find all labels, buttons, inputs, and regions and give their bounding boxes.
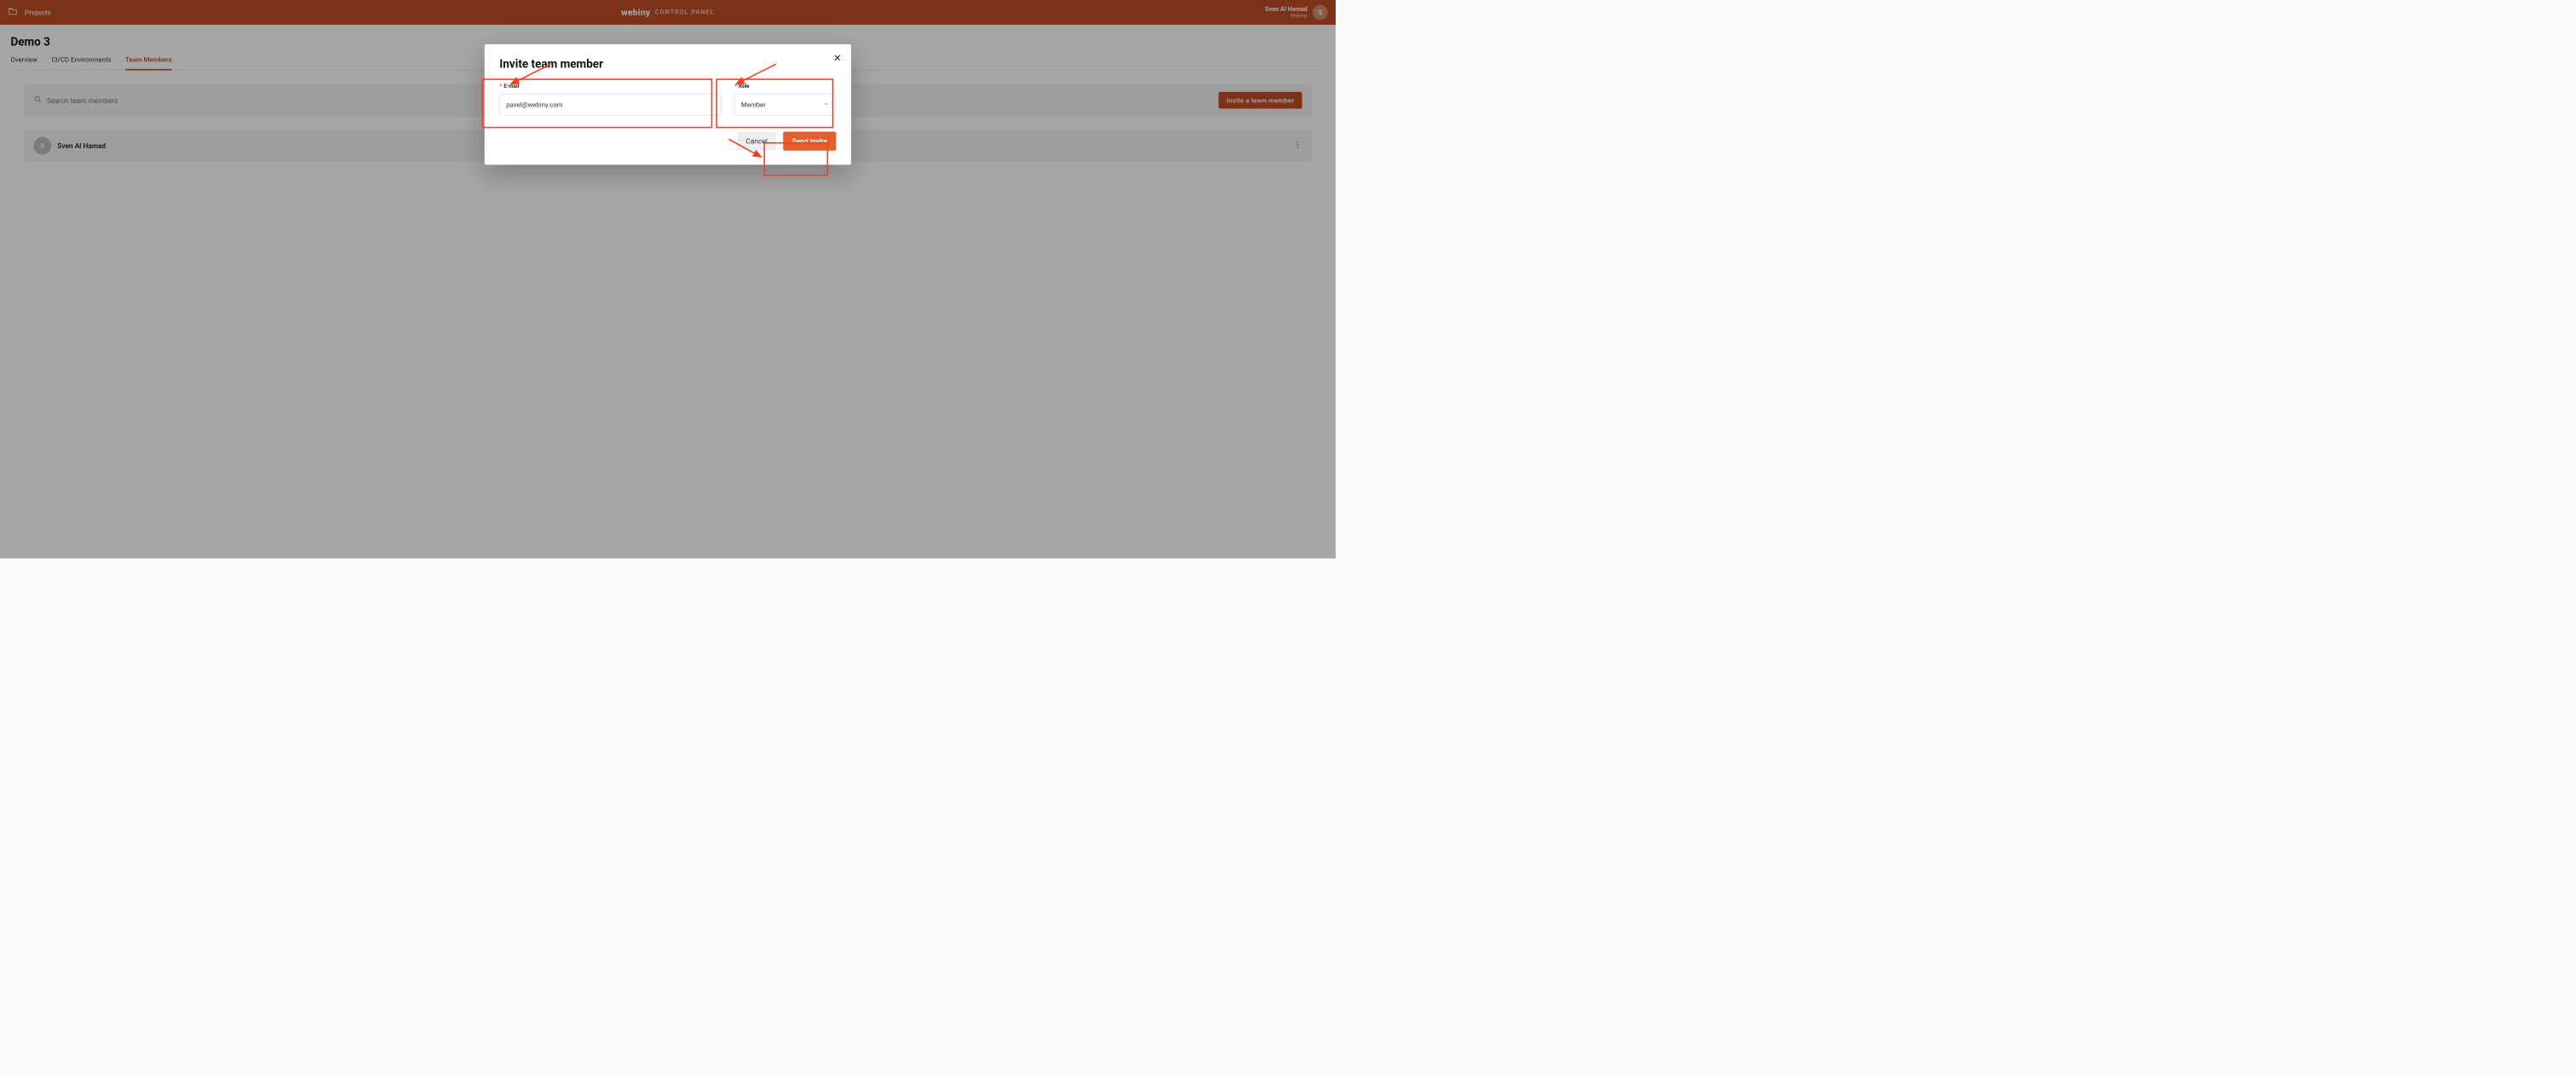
chevron-down-icon — [823, 101, 829, 108]
cancel-button[interactable]: Cancel — [737, 132, 776, 151]
role-label-text: Role — [739, 83, 750, 89]
required-marker: * — [499, 83, 502, 89]
modal-overlay: Invite team member ✕ *E-mail *Role Membe… — [0, 0, 1336, 558]
close-icon[interactable]: ✕ — [833, 53, 842, 64]
email-input[interactable] — [499, 94, 721, 116]
email-field-wrap: *E-mail — [499, 83, 721, 115]
role-label: *Role — [734, 83, 836, 89]
modal-title: Invite team member — [499, 57, 836, 71]
role-value: Member — [741, 101, 766, 108]
invite-modal: Invite team member ✕ *E-mail *Role Membe… — [485, 44, 851, 165]
email-label: *E-mail — [499, 83, 721, 89]
send-invite-button[interactable]: Send invite — [784, 132, 837, 151]
role-select[interactable]: Member — [734, 94, 836, 116]
required-marker: * — [734, 83, 737, 89]
role-field-wrap: *Role Member — [734, 83, 836, 115]
email-label-text: E-mail — [503, 83, 519, 89]
form-row: *E-mail *Role Member — [499, 83, 836, 115]
modal-actions: Cancel Send invite — [499, 132, 836, 151]
